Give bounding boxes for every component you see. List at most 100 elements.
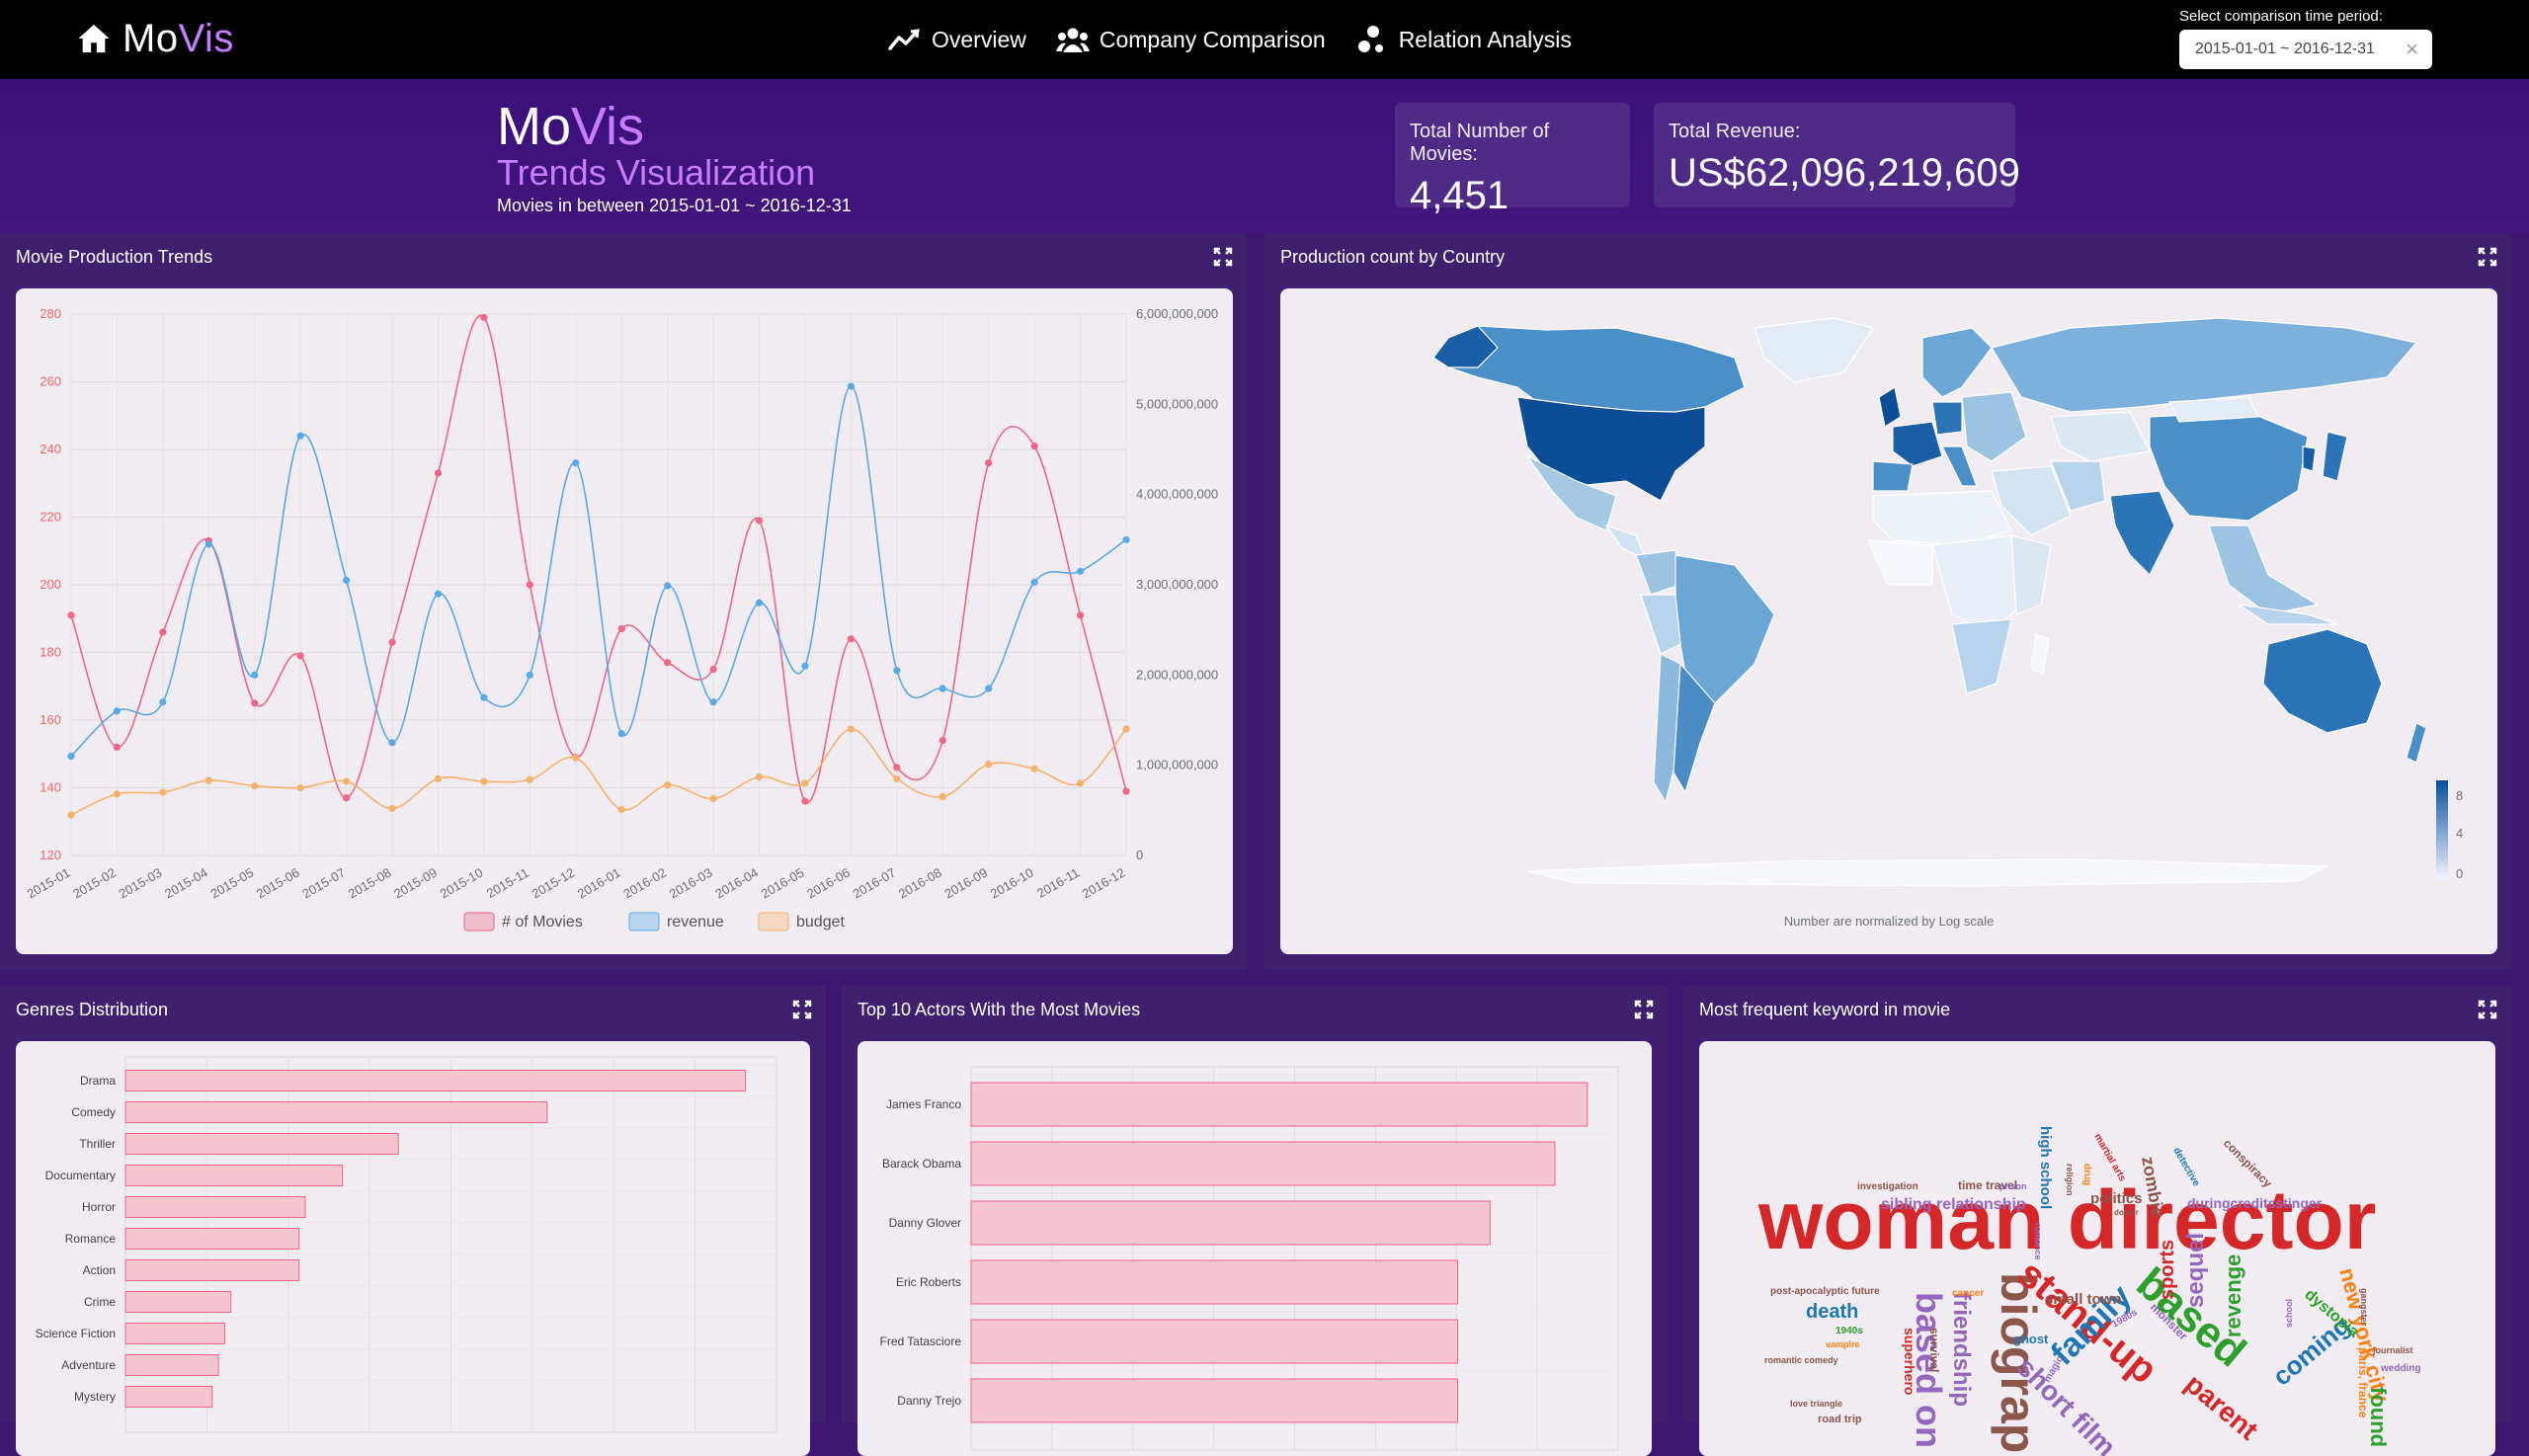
data-point xyxy=(251,782,259,790)
x-tick-label: 2015-02 xyxy=(70,865,119,902)
keyword-word: sports xyxy=(2157,1240,2178,1300)
network-nodes-icon xyxy=(1357,26,1383,52)
legend-low: 0 xyxy=(2456,866,2463,881)
data-point xyxy=(388,638,396,646)
expand-icon[interactable] xyxy=(792,1000,812,1019)
map-madagascar xyxy=(2030,633,2050,675)
data-point xyxy=(113,707,122,715)
data-point xyxy=(709,666,717,674)
expand-icon[interactable] xyxy=(2478,247,2497,267)
keyword-word: drug xyxy=(2081,1164,2092,1185)
series-line xyxy=(70,728,1127,816)
data-point xyxy=(985,459,993,467)
keyword-word: vampire xyxy=(1826,1339,1860,1349)
y2-tick-label: 2,000,000,000 xyxy=(1136,667,1218,682)
map-southeast-asia xyxy=(2208,525,2320,615)
keyword-word: wedding xyxy=(2380,1363,2421,1374)
expand-icon[interactable] xyxy=(1213,247,1233,267)
header-band: MoVis Trends Visualization Movies in bet… xyxy=(0,79,2529,233)
data-point xyxy=(617,730,625,738)
nav-relation-analysis[interactable]: Relation Analysis xyxy=(1351,20,1576,59)
keyword-word: prison xyxy=(1999,1181,2027,1191)
brand-vis: Vis xyxy=(178,16,234,60)
legend-mid: 4 xyxy=(2456,826,2463,841)
keyword-word: investigation xyxy=(1857,1181,1918,1192)
x-tick-label: 2015-05 xyxy=(207,865,256,902)
keyword-word: high school xyxy=(2037,1126,2054,1209)
nav-overview[interactable]: Overview xyxy=(884,20,1030,59)
panel-genres-title: Genres Distribution xyxy=(16,1000,169,1019)
data-point xyxy=(388,804,396,813)
expand-icon[interactable] xyxy=(2478,1000,2497,1019)
y-tick-label: 120 xyxy=(40,848,61,862)
home-icon xyxy=(78,24,110,53)
trend-line-chart: 280 260 240 220 200 180 160 140 120 6,000,000,000… xyxy=(25,306,1218,931)
y-tick-label: 160 xyxy=(40,712,61,727)
x-tick-label: 2015-01 xyxy=(25,865,73,902)
data-point xyxy=(847,382,855,390)
map-peru xyxy=(1640,594,1681,655)
keyword-word: love triangle xyxy=(1790,1399,1842,1409)
stat-total-movies: Total Number of Movies: 4,451 xyxy=(1395,103,1630,217)
map-legend-bar xyxy=(2436,780,2448,879)
nav-company-comparison[interactable]: Company Comparison xyxy=(1052,20,1330,59)
stat-revenue-label: Total Revenue: xyxy=(1669,121,1801,142)
world-choropleth: 8 4 0 Number are normalized by Log scale xyxy=(1432,317,2463,929)
actors-chart-area: James Franco Barack Obama Danny Glover Eric… xyxy=(857,1041,1652,1456)
y-tick-label: 220 xyxy=(40,510,61,525)
y-tick-label: 260 xyxy=(40,374,61,389)
data-point xyxy=(893,667,901,675)
data-point xyxy=(480,313,488,322)
keyword-word: death xyxy=(1806,1301,1858,1323)
bar xyxy=(124,1070,747,1092)
keyword-word: sequel xyxy=(2182,1233,2209,1308)
expand-icon[interactable] xyxy=(1634,1000,1654,1019)
panel-trends: Movie Production Trends 280 260 240 220 200 1… xyxy=(0,233,1247,970)
x-tick-label: 2016-03 xyxy=(667,865,715,902)
stat-movies-label: Total Number of Movies: xyxy=(1410,121,1550,165)
map-scandinavia xyxy=(1921,327,1993,398)
users-icon xyxy=(1055,28,1090,52)
category-label: Thriller xyxy=(79,1137,116,1151)
category-label: Danny Trejo xyxy=(897,1394,961,1408)
category-label: Comedy xyxy=(71,1105,116,1119)
bar xyxy=(124,1133,399,1155)
brand-logo[interactable]: MoVis xyxy=(77,14,234,63)
data-point xyxy=(801,779,809,787)
x-tick-label: 2016-12 xyxy=(1080,865,1128,902)
map-new-zealand xyxy=(2406,722,2427,764)
map-greenland xyxy=(1754,317,1874,383)
clear-icon[interactable]: × xyxy=(2406,39,2418,60)
data-point xyxy=(113,743,122,751)
wordcloud-area: woman director biography based on stand-… xyxy=(1699,1041,2495,1456)
category-label: Drama xyxy=(80,1074,116,1088)
keyword-word: religion xyxy=(2065,1164,2075,1196)
map-area: 8 4 0 Number are normalized by Log scale xyxy=(1280,288,2497,954)
legend-label: budget xyxy=(796,914,845,930)
data-point xyxy=(572,459,580,467)
map-colombia xyxy=(1635,549,1681,596)
data-point xyxy=(893,764,901,771)
x-tick-label: 2015-04 xyxy=(162,865,210,902)
period-input[interactable]: 2015-01-01 ~ 2016-12-31 × xyxy=(2179,30,2432,69)
map-japan xyxy=(2322,431,2348,482)
y2-tick-label: 0 xyxy=(1136,848,1143,862)
data-point xyxy=(709,794,717,803)
data-point xyxy=(480,777,488,785)
keyword-word: parent xyxy=(2179,1368,2263,1446)
data-point xyxy=(938,685,946,692)
y-tick-label: 180 xyxy=(40,645,61,660)
main-nav: Overview Company Comparison Relation Ana… xyxy=(884,20,1576,59)
keyword-word: gangster xyxy=(2359,1288,2369,1327)
data-point xyxy=(985,685,993,692)
map-uk xyxy=(1878,386,1902,428)
bar xyxy=(124,1165,344,1186)
keyword-word: duringcreditsstinger xyxy=(2187,1195,2323,1211)
data-point xyxy=(617,805,625,814)
data-point xyxy=(847,635,855,643)
bar xyxy=(124,1259,300,1281)
y2-tick-label: 1,000,000,000 xyxy=(1136,758,1218,772)
map-germany xyxy=(1931,401,1963,436)
bar xyxy=(970,1319,1458,1364)
keyword-word: doctor xyxy=(2114,1208,2139,1217)
